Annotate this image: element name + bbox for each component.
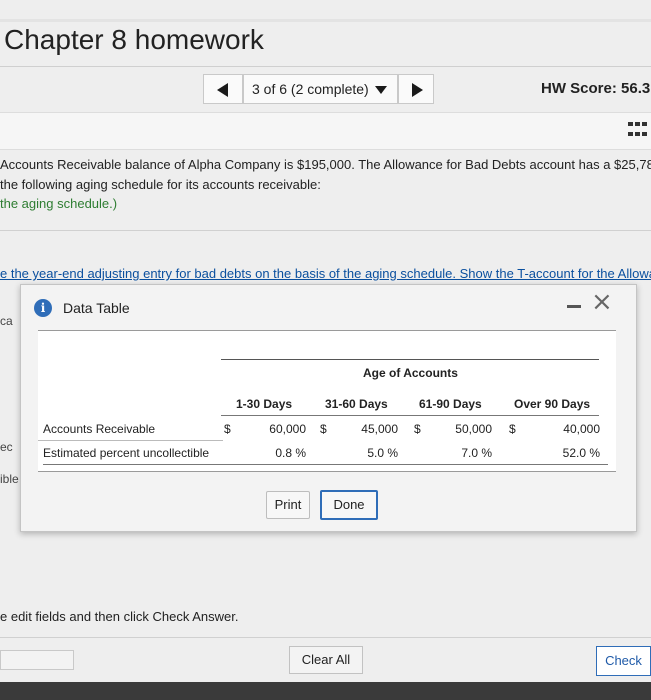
- column-header-rule: [221, 415, 599, 416]
- currency-symbol: $: [509, 422, 516, 436]
- table-cell: 50,000: [455, 422, 492, 436]
- minimize-icon[interactable]: [567, 305, 581, 308]
- column-header: 61-90 Days: [419, 397, 482, 411]
- table-cell: 52.0 %: [562, 446, 600, 460]
- info-icon: i: [34, 299, 52, 317]
- currency-symbol: $: [224, 422, 231, 436]
- table-cell: 5.0 %: [367, 446, 398, 460]
- partial-text-fragment: ible: [0, 472, 19, 486]
- table-cell: 60,000: [269, 422, 306, 436]
- partial-text-fragment: ec: [0, 440, 13, 454]
- table-cell: 7.0 %: [461, 446, 492, 460]
- question-text-line-1: Accounts Receivable balance of Alpha Com…: [0, 157, 651, 172]
- table-bottom-rule: [43, 464, 608, 465]
- row-label: Accounts Receivable: [43, 422, 156, 436]
- arrow-left-icon: [217, 83, 228, 97]
- page-title: Chapter 8 homework: [4, 24, 264, 55]
- aging-schedule-table: Age of Accounts 1-30 Days 31-60 Days 61-…: [38, 330, 616, 472]
- title-divider: [0, 66, 651, 67]
- aging-schedule-link[interactable]: the aging schedule.): [0, 196, 117, 211]
- table-group-header: Age of Accounts: [363, 366, 458, 380]
- question-divider: [0, 230, 651, 231]
- question-instruction: e the year-end adjusting entry for bad d…: [0, 266, 651, 281]
- table-header-rule: [221, 359, 599, 360]
- column-header: 1-30 Days: [236, 397, 293, 411]
- row-divider: [38, 440, 223, 441]
- table-cell: 40,000: [563, 422, 600, 436]
- column-header: Over 90 Days: [514, 397, 591, 411]
- grid-menu-icon[interactable]: [628, 122, 648, 140]
- question-select[interactable]: 3 of 6 (2 complete): [243, 74, 398, 104]
- footer-instruction: e edit fields and then click Check Answe…: [0, 609, 239, 624]
- close-icon[interactable]: ×: [591, 287, 613, 317]
- hw-score: HW Score: 56.3: [541, 80, 651, 97]
- table-cell: 45,000: [361, 422, 398, 436]
- homework-page: Chapter 8 homework 3 of 6 (2 complete) H…: [0, 0, 651, 700]
- previous-question-button[interactable]: [203, 74, 243, 104]
- print-button[interactable]: Print: [266, 491, 310, 519]
- table-cell: 0.8 %: [275, 446, 306, 460]
- currency-symbol: $: [414, 422, 421, 436]
- partial-text-fragment: ca: [0, 314, 13, 328]
- row-label: Estimated percent uncollectible: [43, 446, 210, 460]
- column-header: 31-60 Days: [325, 397, 388, 411]
- arrow-right-icon: [412, 83, 423, 97]
- clear-all-button[interactable]: Clear All: [289, 646, 363, 674]
- currency-symbol: $: [320, 422, 327, 436]
- data-table-dialog: i Data Table × Age of Accounts 1-30 Days…: [20, 284, 637, 532]
- question-progress-label: 3 of 6 (2 complete): [252, 81, 369, 97]
- caret-down-icon: [375, 86, 387, 94]
- answer-input[interactable]: [0, 650, 74, 670]
- next-question-button[interactable]: [398, 74, 434, 104]
- footer-divider: [0, 637, 651, 638]
- question-pager: 3 of 6 (2 complete): [203, 74, 434, 104]
- done-button[interactable]: Done: [320, 490, 378, 520]
- dialog-title: Data Table: [63, 300, 130, 316]
- toolbar-strip: [0, 112, 651, 150]
- top-divider: [0, 19, 651, 22]
- check-answer-button[interactable]: Check: [596, 646, 651, 676]
- screen-edge-shadow: [0, 682, 651, 700]
- question-text-line-2: the following aging schedule for its acc…: [0, 177, 321, 192]
